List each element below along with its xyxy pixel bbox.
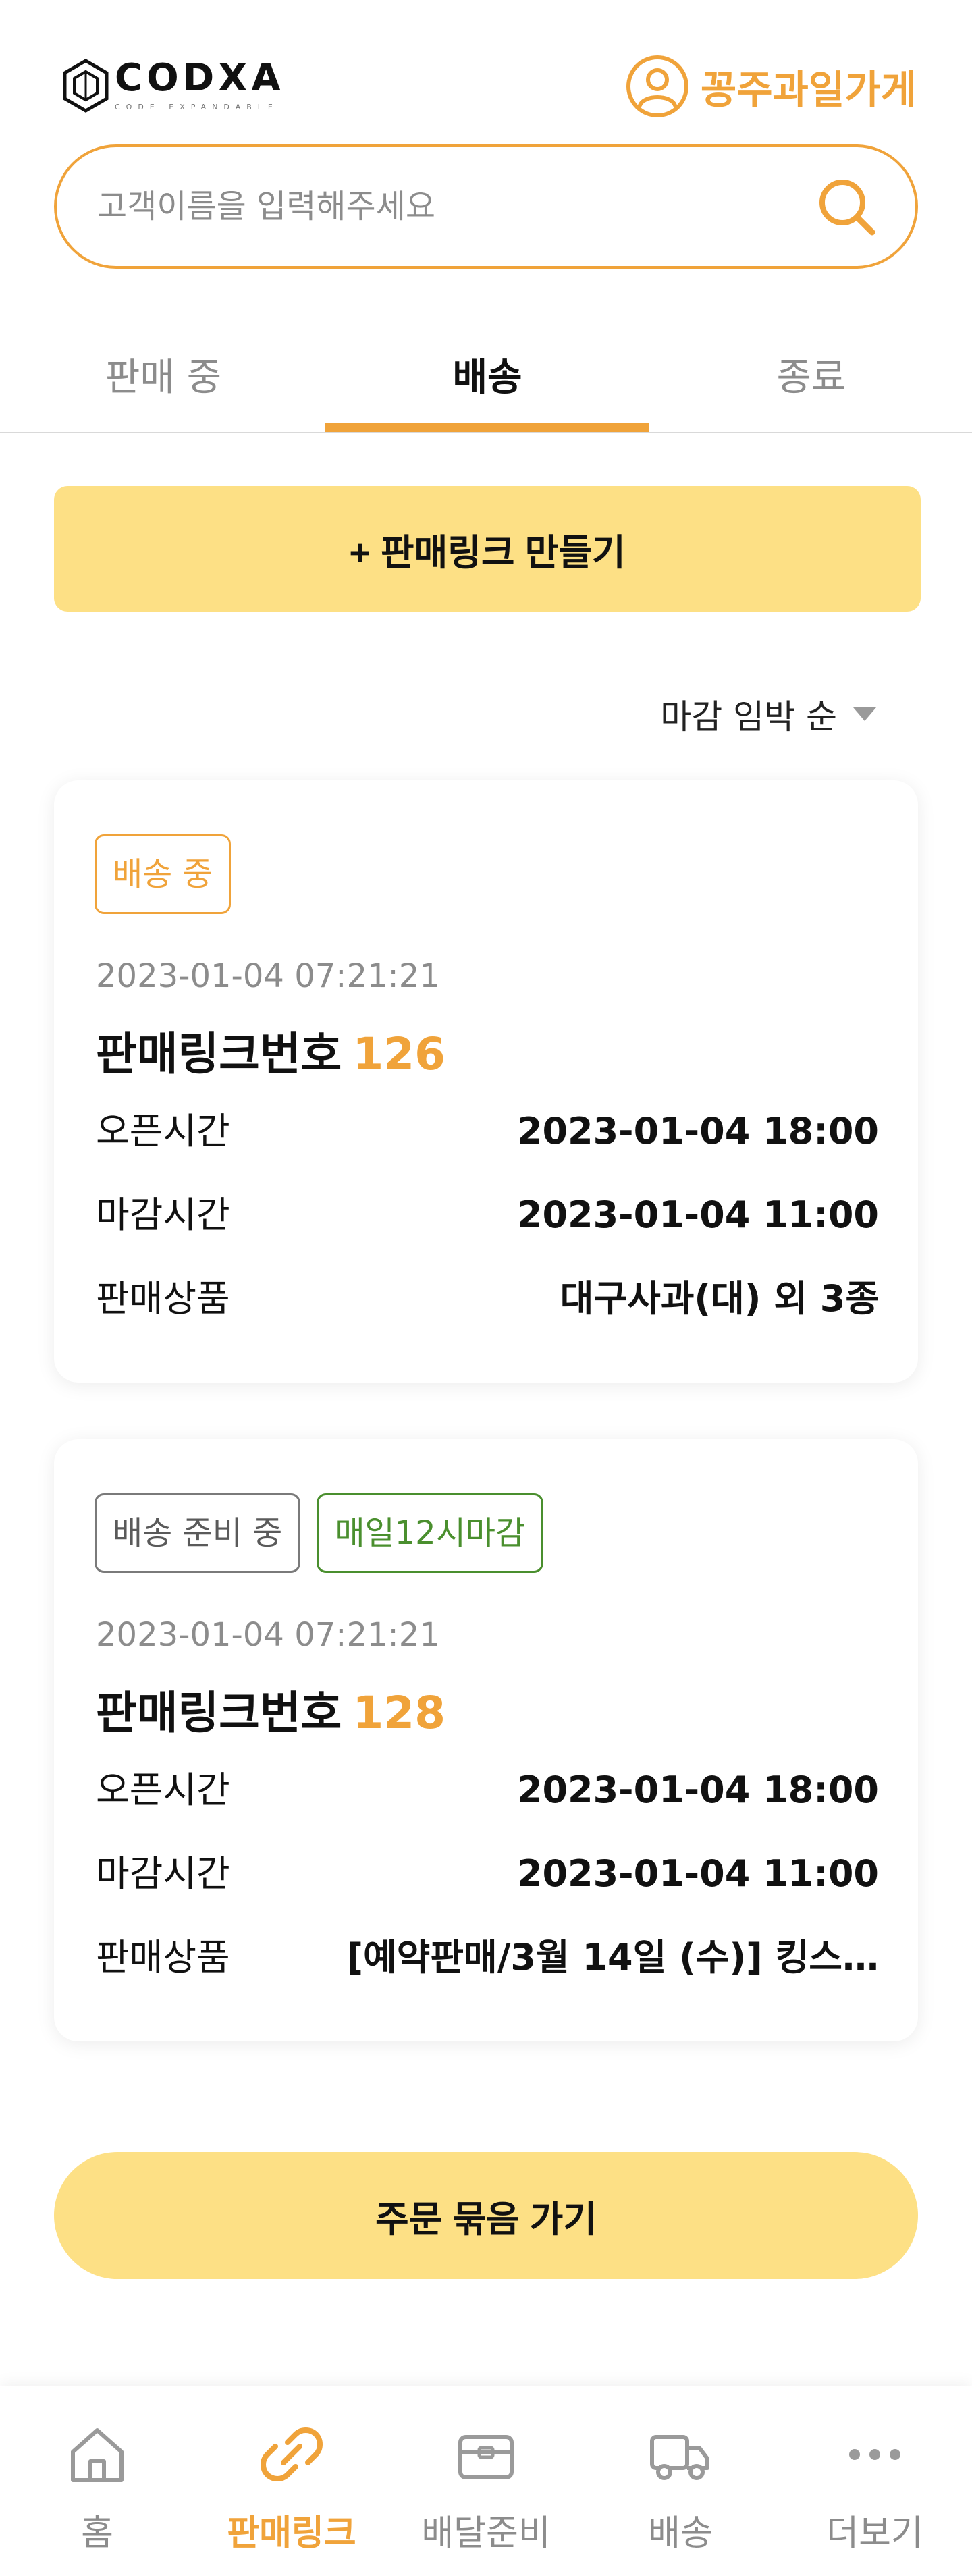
customer-search-input[interactable] (97, 188, 815, 225)
tab-delivery[interactable]: 배송 (325, 331, 649, 432)
nav-label: 배송 (648, 2513, 713, 2554)
card-created-date: 2023-01-04 07:21:21 (96, 957, 440, 995)
caret-down-icon (853, 707, 876, 721)
search-icon[interactable] (815, 176, 878, 238)
store-name: 꽁주과일가게 (700, 67, 917, 113)
sales-link-card[interactable]: 배송 중 2023-01-04 07:21:21 판매링크번호 126 오픈시간 … (54, 780, 918, 1383)
nav-label: 배달준비 (421, 2513, 551, 2554)
nav-label: 홈 (81, 2513, 113, 2554)
card-row-open-time: 오픈시간 2023-01-04 18:00 (96, 1763, 879, 1817)
logo-mark-icon (63, 59, 109, 113)
more-icon (849, 2449, 900, 2460)
card-title: 판매링크번호 128 (96, 1677, 446, 1742)
card-title-prefix: 판매링크번호 (96, 1687, 342, 1739)
card-title-prefix: 판매링크번호 (96, 1028, 342, 1080)
row-value: 2023-01-04 11:00 (516, 1193, 879, 1236)
create-sales-link-button[interactable]: + 판매링크 만들기 (54, 486, 921, 612)
row-label: 판매상품 (96, 1936, 230, 1979)
truck-icon (650, 2435, 709, 2480)
row-value: [예약판매/3월 14일 (수)] 킹스… (346, 1936, 879, 1979)
box-icon (458, 2435, 514, 2479)
nav-label: 판매링크 (227, 2513, 356, 2554)
tab-ended[interactable]: 종료 (649, 331, 972, 432)
card-link-number: 128 (352, 1687, 446, 1739)
card-row-open-time: 오픈시간 2023-01-04 18:00 (96, 1104, 879, 1158)
sort-dropdown[interactable]: 마감 임박 순 (660, 690, 878, 739)
row-value: 2023-01-04 18:00 (516, 1769, 879, 1811)
card-badges: 배송 준비 중 매일12시마감 (94, 1493, 544, 1573)
row-label: 판매상품 (96, 1277, 230, 1320)
row-value: 2023-01-04 11:00 (516, 1852, 879, 1895)
status-tabs: 판매 중 배송 종료 (0, 331, 972, 433)
card-row-products: 판매상품 대구사과(대) 외 3종 (96, 1272, 879, 1326)
row-label: 마감시간 (96, 1852, 230, 1895)
active-tab-indicator (325, 423, 649, 432)
card-row-close-time: 마감시간 2023-01-04 11:00 (96, 1188, 879, 1242)
order-group-button[interactable]: 주문 묶음 가기 (54, 2152, 918, 2279)
user-icon (626, 55, 688, 117)
row-value: 2023-01-04 18:00 (516, 1110, 879, 1152)
logo-subtext: CODE EXPANDABLE (115, 103, 279, 111)
store-profile[interactable]: 꽁주과일가게 (625, 54, 917, 119)
nav-item-delivery[interactable]: 배송 (583, 2386, 778, 2576)
status-badge: 배송 준비 중 (94, 1493, 301, 1573)
bottom-navigation: 홈 판매링크 배달준비 배송 더보기 (0, 2386, 972, 2576)
row-label: 마감시간 (96, 1193, 230, 1236)
status-badge: 배송 중 (94, 834, 231, 914)
app-header: CODXA CODE EXPANDABLE 꽁주과일가게 (0, 0, 972, 142)
sales-link-card[interactable]: 배송 준비 중 매일12시마감 2023-01-04 07:21:21 판매링크… (54, 1439, 918, 2041)
nav-item-more[interactable]: 더보기 (778, 2386, 972, 2576)
codxa-logo[interactable]: CODXA CODE EXPANDABLE (61, 58, 285, 113)
card-row-close-time: 마감시간 2023-01-04 11:00 (96, 1847, 879, 1901)
home-icon (71, 2428, 124, 2482)
card-badges: 배송 중 (94, 834, 231, 914)
nav-label: 더보기 (826, 2513, 923, 2554)
card-created-date: 2023-01-04 07:21:21 (96, 1616, 440, 1654)
deadline-badge: 매일12시마감 (317, 1493, 544, 1573)
row-label: 오픈시간 (96, 1110, 230, 1152)
nav-item-home[interactable]: 홈 (0, 2386, 194, 2576)
card-link-number: 126 (352, 1028, 446, 1080)
sort-label: 마감 임박 순 (660, 697, 837, 736)
row-label: 오픈시간 (96, 1769, 230, 1811)
card-title: 판매링크번호 126 (96, 1018, 446, 1083)
nav-item-delivery-prep[interactable]: 배달준비 (389, 2386, 583, 2576)
card-row-products: 판매상품 [예약판매/3월 14일 (수)] 킹스… (96, 1931, 879, 1985)
logo-text: CODXA (115, 56, 285, 100)
row-value: 대구사과(대) 외 3종 (560, 1277, 879, 1320)
tab-selling[interactable]: 판매 중 (1, 331, 325, 432)
customer-search-bar (54, 144, 918, 269)
link-icon (261, 2427, 323, 2481)
nav-item-sales-link[interactable]: 판매링크 (194, 2386, 389, 2576)
